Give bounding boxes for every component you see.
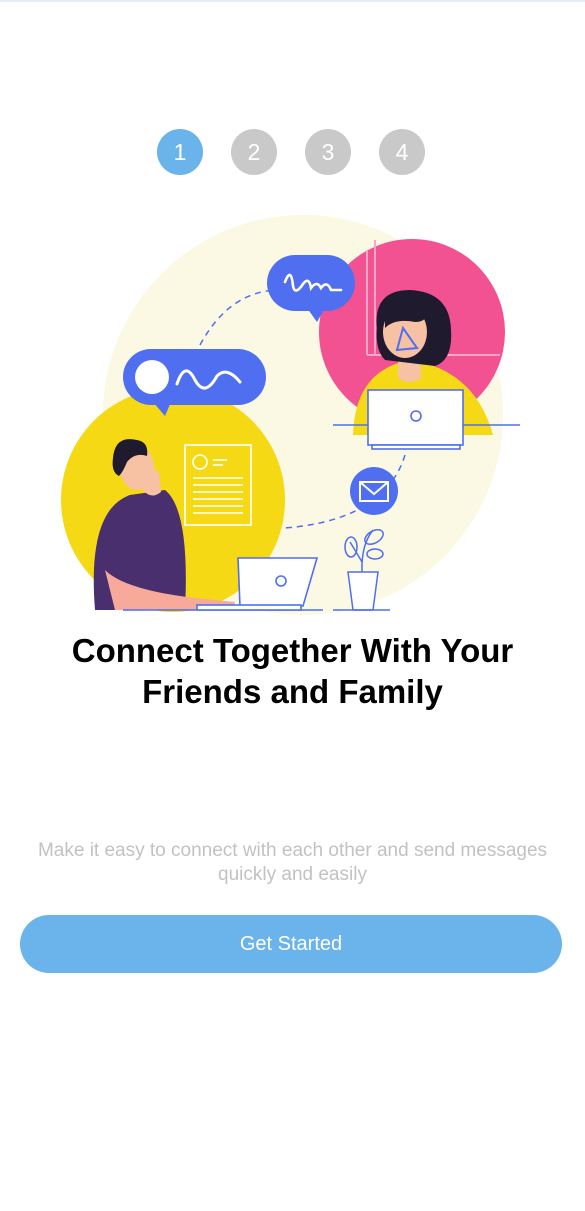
onboarding-screen: 1 2 3 4 Connect Together With Your Frien… bbox=[0, 0, 585, 1211]
step-4-indicator[interactable]: 4 bbox=[379, 129, 425, 175]
description-line-2: quickly and easily bbox=[218, 864, 367, 885]
mail-icon bbox=[350, 467, 398, 515]
step-1-indicator[interactable]: 1 bbox=[157, 129, 203, 175]
top-divider bbox=[0, 0, 585, 2]
description-line-1: Make it easy to connect with each other … bbox=[37, 840, 548, 861]
description-text: Make it easy to connect with each other … bbox=[15, 839, 570, 887]
step-indicator: 1 2 3 4 bbox=[0, 129, 585, 175]
step-2-indicator[interactable]: 2 bbox=[231, 129, 277, 175]
two-people-chatting-illustration bbox=[61, 215, 520, 615]
step-3-indicator[interactable]: 3 bbox=[305, 129, 351, 175]
get-started-button[interactable]: Get Started bbox=[20, 915, 562, 973]
title-line-2: Friends and Family bbox=[142, 673, 443, 710]
page-title: Connect Together With Your Friends and F… bbox=[20, 630, 565, 712]
title-line-1: Connect Together With Your bbox=[71, 632, 514, 669]
